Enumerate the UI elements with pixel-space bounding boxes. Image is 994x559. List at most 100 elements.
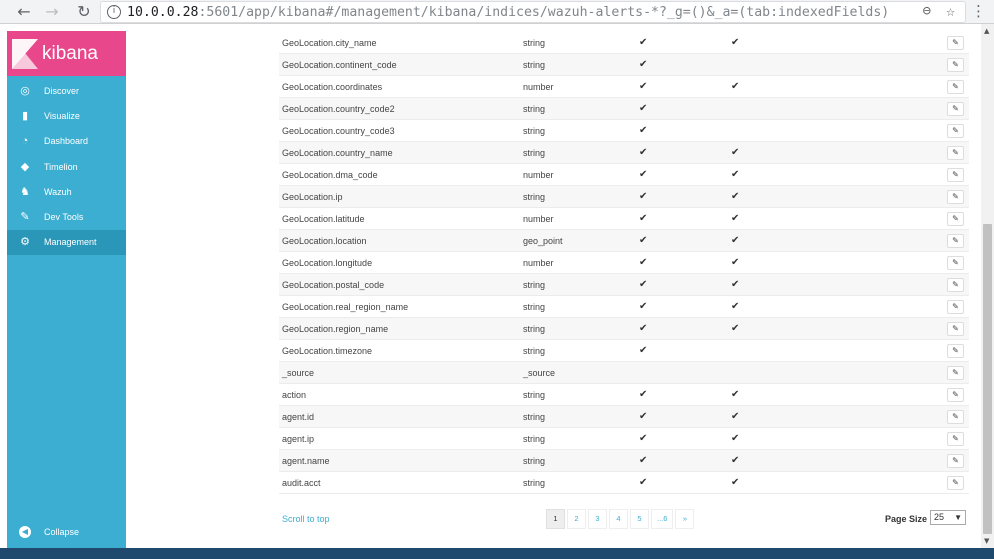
- table-row: GeoLocation.timezone string ✔ ✎: [279, 340, 969, 362]
- sidebar-nav: ◎ Discover ▮ Visualize ◔ Dashboard ◆ Tim…: [7, 78, 126, 256]
- bookmark-star-icon[interactable]: ☆: [946, 2, 955, 20]
- zoom-icon[interactable]: ⊖: [923, 3, 931, 19]
- edit-pencil-icon[interactable]: ✎: [947, 35, 964, 50]
- searchable-check-icon: ✔: [639, 169, 648, 180]
- sidebar-item-visualize[interactable]: ▮ Visualize: [7, 103, 126, 128]
- back-arrow-icon[interactable]: ←: [12, 0, 36, 24]
- searchable-check-icon: ✔: [639, 411, 648, 422]
- field-name: GeoLocation.real_region_name: [282, 301, 409, 312]
- edit-pencil-icon[interactable]: ✎: [947, 211, 964, 226]
- page-button[interactable]: ...6: [651, 509, 674, 529]
- sidebar-item-dev-tools[interactable]: ✎ Dev Tools: [7, 204, 126, 229]
- edit-pencil-icon[interactable]: ✎: [947, 57, 964, 72]
- searchable-check-icon: ✔: [639, 389, 648, 400]
- aggregatable-check-icon: ✔: [731, 279, 740, 290]
- table-row: agent.name string ✔ ✔ ✎: [279, 450, 969, 472]
- sidebar-item-discover[interactable]: ◎ Discover: [7, 78, 126, 103]
- aggregatable-check-icon: ✔: [731, 191, 740, 202]
- page-button[interactable]: 4: [609, 509, 628, 529]
- searchable-check-icon: ✔: [639, 81, 648, 92]
- reload-icon[interactable]: ↻: [72, 0, 96, 24]
- field-type: string: [523, 477, 546, 488]
- field-name: GeoLocation.latitude: [282, 213, 365, 224]
- wazuh-icon: ♞: [20, 185, 30, 198]
- searchable-check-icon: ✔: [639, 59, 648, 70]
- sidebar-item-timelion[interactable]: ◆ Timelion: [7, 154, 126, 179]
- field-type: string: [523, 345, 546, 356]
- searchable-check-icon: ✔: [639, 235, 648, 246]
- edit-pencil-icon[interactable]: ✎: [947, 409, 964, 424]
- sidebar: kibana ◎ Discover ▮ Visualize ◔ Dashboar…: [7, 31, 126, 548]
- edit-pencil-icon[interactable]: ✎: [947, 299, 964, 314]
- edit-pencil-icon[interactable]: ✎: [947, 255, 964, 270]
- taskbar: [0, 548, 994, 559]
- page-button[interactable]: 5: [630, 509, 649, 529]
- forward-arrow-icon[interactable]: →: [40, 0, 64, 24]
- edit-pencil-icon[interactable]: ✎: [947, 277, 964, 292]
- table-row: GeoLocation.ip string ✔ ✔ ✎: [279, 186, 969, 208]
- sidebar-item-wazuh[interactable]: ♞ Wazuh: [7, 179, 126, 204]
- searchable-check-icon: ✔: [639, 477, 648, 488]
- edit-pencil-icon[interactable]: ✎: [947, 233, 964, 248]
- field-type: string: [523, 433, 546, 444]
- page-scrollbar[interactable]: ▲ ▼: [981, 24, 994, 548]
- table-row: GeoLocation.real_region_name string ✔ ✔ ✎: [279, 296, 969, 318]
- searchable-check-icon: ✔: [639, 257, 648, 268]
- brand-header[interactable]: kibana: [7, 31, 126, 76]
- field-type: string: [523, 59, 546, 70]
- edit-pencil-icon[interactable]: ✎: [947, 167, 964, 182]
- edit-pencil-icon[interactable]: ✎: [947, 123, 964, 138]
- table-row: GeoLocation.country_name string ✔ ✔ ✎: [279, 142, 969, 164]
- searchable-check-icon: ✔: [639, 433, 648, 444]
- page-size-value: 25: [934, 512, 945, 522]
- sidebar-item-management[interactable]: ⚙ Management: [7, 229, 126, 256]
- aggregatable-check-icon: ✔: [731, 257, 740, 268]
- field-type: number: [523, 257, 554, 268]
- field-name: GeoLocation.ip: [282, 191, 343, 202]
- page-size-select[interactable]: 25 ▼: [930, 510, 966, 525]
- field-type: _source: [523, 367, 556, 378]
- searchable-check-icon: ✔: [639, 301, 648, 312]
- sidebar-item-dashboard[interactable]: ◔ Dashboard: [7, 129, 126, 154]
- address-bar[interactable]: i 10.0.0.28 :5601/app/kibana#/management…: [100, 1, 966, 23]
- scroll-thumb[interactable]: [983, 224, 992, 534]
- edit-pencil-icon[interactable]: ✎: [947, 475, 964, 490]
- browser-menu-icon[interactable]: ⋮: [971, 2, 986, 20]
- scroll-down-icon[interactable]: ▼: [984, 537, 989, 545]
- edit-pencil-icon[interactable]: ✎: [947, 343, 964, 358]
- edit-pencil-icon[interactable]: ✎: [947, 145, 964, 160]
- field-name: GeoLocation.region_name: [282, 323, 389, 334]
- aggregatable-check-icon: ✔: [731, 301, 740, 312]
- aggregatable-check-icon: ✔: [731, 213, 740, 224]
- edit-pencil-icon[interactable]: ✎: [947, 365, 964, 380]
- page-button[interactable]: »: [675, 509, 695, 529]
- edit-pencil-icon[interactable]: ✎: [947, 189, 964, 204]
- aggregatable-check-icon: ✔: [731, 323, 740, 334]
- collapse-button[interactable]: ◀ Collapse: [7, 522, 126, 542]
- edit-pencil-icon[interactable]: ✎: [947, 387, 964, 402]
- scroll-up-icon[interactable]: ▲: [984, 27, 989, 35]
- compass-icon: ◎: [20, 84, 30, 97]
- page-button[interactable]: 1: [546, 509, 565, 529]
- edit-pencil-icon[interactable]: ✎: [947, 101, 964, 116]
- field-type: string: [523, 37, 546, 48]
- searchable-check-icon: ✔: [639, 103, 648, 114]
- field-name: agent.id: [282, 411, 315, 422]
- searchable-check-icon: ✔: [639, 213, 648, 224]
- brand-name: kibana: [42, 42, 98, 64]
- page-button[interactable]: 3: [588, 509, 607, 529]
- field-name: GeoLocation.dma_code: [282, 169, 378, 180]
- info-icon[interactable]: i: [107, 5, 121, 19]
- page-button[interactable]: 2: [567, 509, 586, 529]
- url-host: 10.0.0.28: [127, 4, 199, 20]
- edit-pencil-icon[interactable]: ✎: [947, 79, 964, 94]
- edit-pencil-icon[interactable]: ✎: [947, 453, 964, 468]
- field-name: GeoLocation.coordinates: [282, 81, 383, 92]
- scroll-to-top-link[interactable]: Scroll to top: [282, 514, 330, 524]
- aggregatable-check-icon: ✔: [731, 455, 740, 466]
- table-row: agent.ip string ✔ ✔ ✎: [279, 428, 969, 450]
- sidebar-item-label: Discover: [44, 85, 80, 96]
- edit-pencil-icon[interactable]: ✎: [947, 431, 964, 446]
- field-type: geo_point: [523, 235, 563, 246]
- edit-pencil-icon[interactable]: ✎: [947, 321, 964, 336]
